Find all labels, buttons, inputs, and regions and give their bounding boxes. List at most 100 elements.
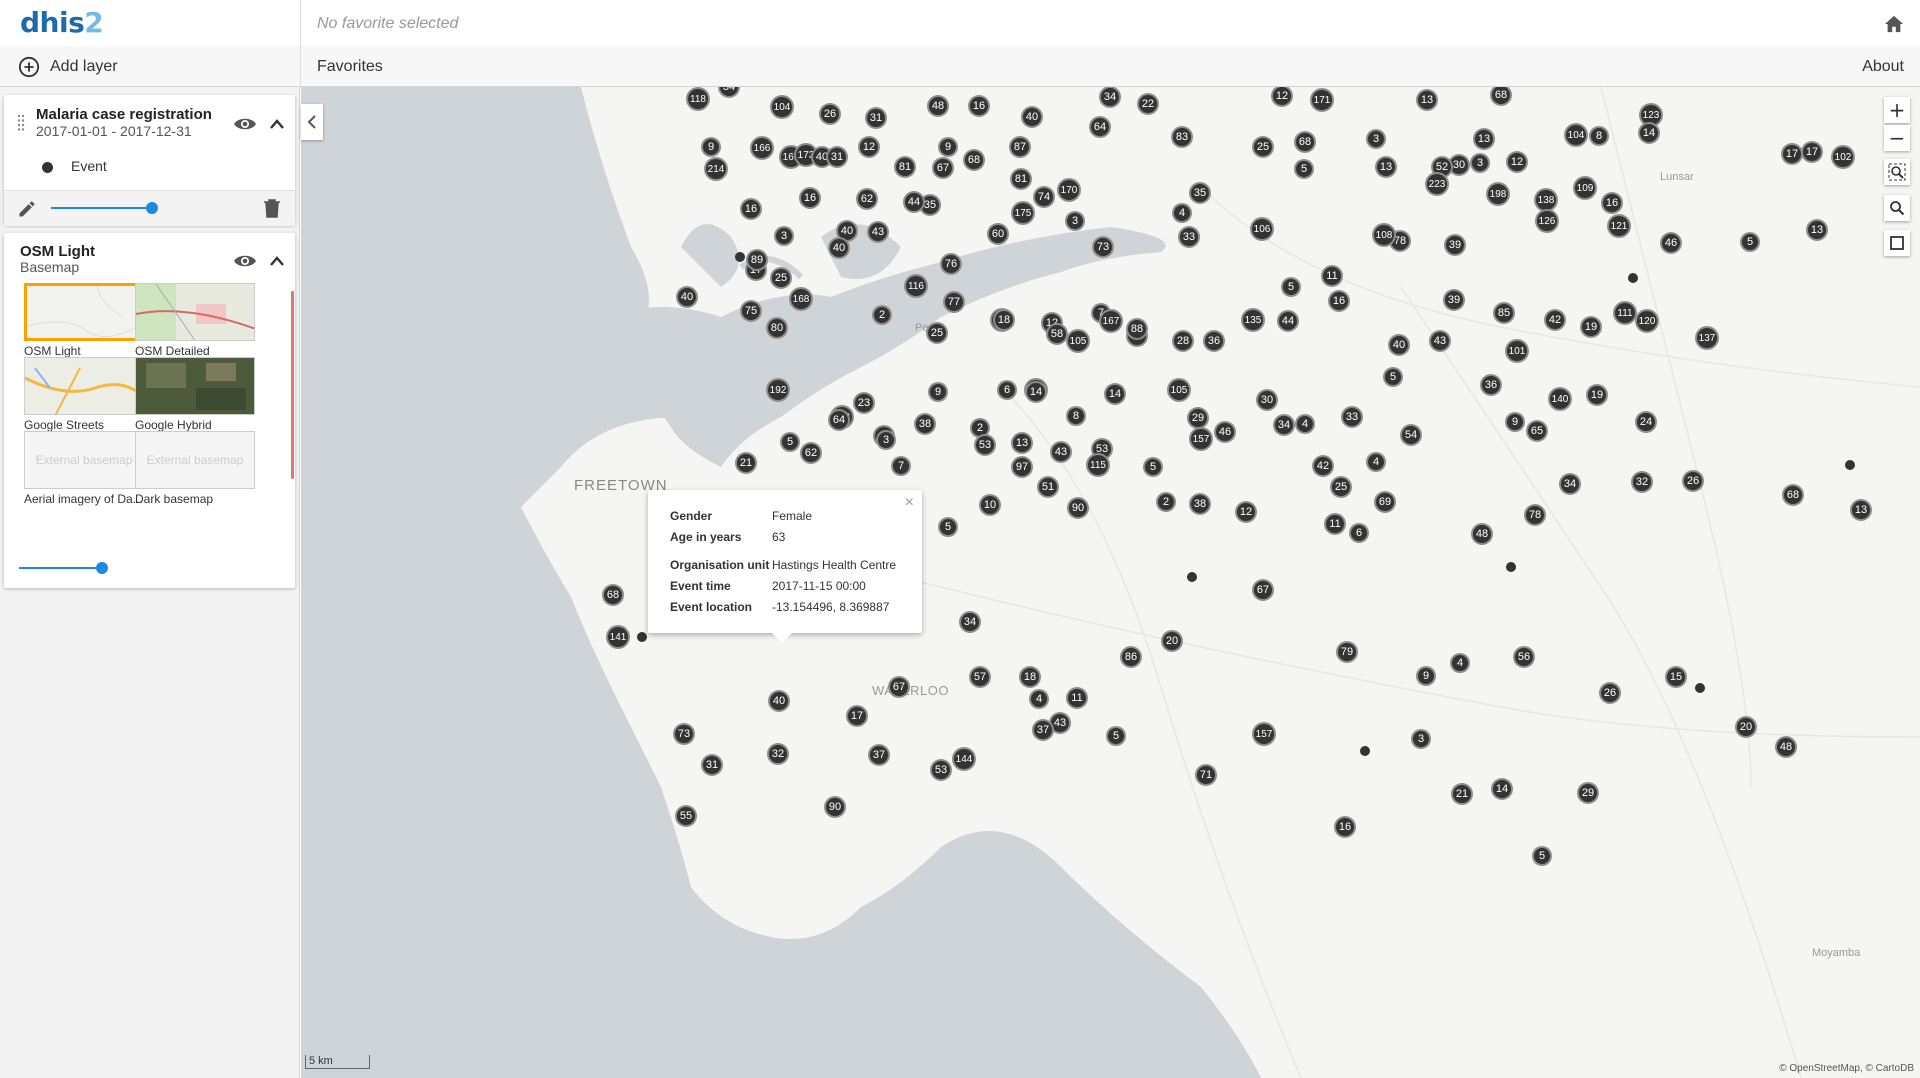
event-cluster-marker[interactable]: 144: [952, 747, 976, 771]
event-cluster-marker[interactable]: 25: [770, 267, 792, 289]
event-cluster-marker[interactable]: 18: [1019, 666, 1041, 688]
collapse-chevron-icon[interactable]: [269, 118, 285, 130]
close-icon[interactable]: ×: [905, 494, 914, 512]
event-cluster-marker[interactable]: 4: [1172, 203, 1192, 223]
event-cluster-marker[interactable]: 15: [1665, 666, 1687, 688]
event-cluster-marker[interactable]: 137: [1695, 326, 1719, 350]
event-cluster-marker[interactable]: 108: [1372, 223, 1396, 247]
event-cluster-marker[interactable]: 13: [1375, 156, 1397, 178]
event-cluster-marker[interactable]: 31: [865, 107, 887, 129]
fullscreen-button[interactable]: [1884, 230, 1910, 256]
event-cluster-marker[interactable]: 13: [1011, 432, 1033, 454]
event-point-marker[interactable]: [1695, 683, 1705, 693]
event-cluster-marker[interactable]: 126: [1535, 209, 1559, 233]
event-cluster-marker[interactable]: 32: [1631, 471, 1653, 493]
event-cluster-marker[interactable]: 166: [750, 136, 774, 160]
event-cluster-marker[interactable]: 40: [1388, 334, 1410, 356]
event-cluster-marker[interactable]: 115: [1086, 453, 1110, 477]
event-cluster-marker[interactable]: 29: [1187, 407, 1209, 429]
favorites-menu[interactable]: Favorites: [317, 58, 383, 76]
event-cluster-marker[interactable]: 120: [1635, 309, 1659, 333]
event-cluster-marker[interactable]: 64: [828, 409, 850, 431]
home-icon[interactable]: [1883, 14, 1905, 34]
event-cluster-marker[interactable]: 140: [1548, 387, 1572, 411]
event-cluster-marker[interactable]: 5: [1532, 846, 1552, 866]
event-cluster-marker[interactable]: 8: [1066, 406, 1086, 426]
event-cluster-marker[interactable]: 43: [1429, 330, 1451, 352]
event-cluster-marker[interactable]: 3: [774, 226, 794, 246]
event-cluster-marker[interactable]: 16: [1334, 816, 1356, 838]
event-cluster-marker[interactable]: 24: [1635, 411, 1657, 433]
event-cluster-marker[interactable]: 40: [828, 237, 850, 259]
event-cluster-marker[interactable]: 36: [1203, 330, 1225, 352]
event-cluster-marker[interactable]: 74: [1033, 186, 1055, 208]
event-cluster-marker[interactable]: 80: [766, 317, 788, 339]
event-point-marker[interactable]: [1360, 746, 1370, 756]
dhis2-logo[interactable]: dhis2: [20, 6, 104, 39]
event-point-marker[interactable]: [735, 252, 745, 262]
event-point-marker[interactable]: [1506, 562, 1516, 572]
event-cluster-marker[interactable]: 13: [1806, 219, 1828, 241]
event-cluster-marker[interactable]: 101: [1505, 339, 1529, 363]
opacity-slider[interactable]: [51, 207, 151, 209]
event-cluster-marker[interactable]: 3: [1366, 129, 1386, 149]
event-cluster-marker[interactable]: 105: [1066, 329, 1090, 353]
event-cluster-marker[interactable]: 48: [1471, 523, 1493, 545]
event-cluster-marker[interactable]: 44: [903, 191, 925, 213]
event-cluster-marker[interactable]: 68: [602, 584, 624, 606]
event-cluster-marker[interactable]: 16: [1601, 192, 1623, 214]
event-cluster-marker[interactable]: 223: [1425, 172, 1449, 196]
collapse-panel-button[interactable]: [301, 104, 323, 140]
event-cluster-marker[interactable]: 83: [1171, 126, 1193, 148]
event-cluster-marker[interactable]: 20: [1735, 716, 1757, 738]
event-cluster-marker[interactable]: 46: [1214, 421, 1236, 443]
event-cluster-marker[interactable]: 14: [1025, 381, 1047, 403]
event-cluster-marker[interactable]: 4: [1366, 452, 1386, 472]
event-cluster-marker[interactable]: 37: [868, 744, 890, 766]
event-cluster-marker[interactable]: 35: [1189, 182, 1211, 204]
map-view[interactable]: Pepel FREETOWN WATERLOO Lunsar Moyamba 1…: [301, 87, 1920, 1078]
event-cluster-marker[interactable]: 25: [1252, 136, 1274, 158]
event-cluster-marker[interactable]: 3: [1411, 729, 1431, 749]
event-cluster-marker[interactable]: 16: [799, 187, 821, 209]
about-link[interactable]: About: [1862, 58, 1904, 76]
event-cluster-marker[interactable]: 157: [1189, 427, 1213, 451]
event-cluster-marker[interactable]: 33: [1178, 226, 1200, 248]
add-layer-button[interactable]: Add layer: [18, 56, 118, 78]
event-cluster-marker[interactable]: 116: [904, 274, 928, 298]
event-cluster-marker[interactable]: 9: [938, 137, 958, 157]
basemap-opacity-slider-knob[interactable]: [96, 562, 108, 574]
event-cluster-marker[interactable]: 68: [963, 149, 985, 171]
zoom-to-content-button[interactable]: [1884, 159, 1910, 185]
event-cluster-marker[interactable]: 11: [1321, 265, 1343, 287]
event-cluster-marker[interactable]: 97: [1011, 456, 1033, 478]
event-cluster-marker[interactable]: 53: [974, 434, 996, 456]
event-cluster-marker[interactable]: 9: [1416, 666, 1436, 686]
event-cluster-marker[interactable]: 17: [846, 705, 868, 727]
event-cluster-marker[interactable]: 25: [1330, 476, 1352, 498]
event-cluster-marker[interactable]: 42: [1544, 309, 1566, 331]
event-cluster-marker[interactable]: 9: [928, 382, 948, 402]
event-cluster-marker[interactable]: 16: [1328, 290, 1350, 312]
event-cluster-marker[interactable]: 37: [1032, 719, 1054, 741]
event-cluster-marker[interactable]: 68: [1782, 484, 1804, 506]
event-cluster-marker[interactable]: 17: [1801, 141, 1823, 163]
event-cluster-marker[interactable]: 4: [1450, 653, 1470, 673]
event-cluster-marker[interactable]: 34: [1099, 87, 1121, 108]
search-button[interactable]: [1884, 195, 1910, 221]
event-cluster-marker[interactable]: 54: [1400, 424, 1422, 446]
event-cluster-marker[interactable]: 121: [1607, 214, 1631, 238]
event-cluster-marker[interactable]: 62: [800, 442, 822, 464]
basemap-osm-light[interactable]: OSM Light: [24, 283, 148, 358]
event-cluster-marker[interactable]: 3: [1065, 211, 1085, 231]
event-cluster-marker[interactable]: 55: [675, 805, 697, 827]
event-cluster-marker[interactable]: 51: [1037, 476, 1059, 498]
event-cluster-marker[interactable]: 7: [891, 456, 911, 476]
event-cluster-marker[interactable]: 44: [1277, 310, 1299, 332]
event-cluster-marker[interactable]: 14: [1491, 778, 1513, 800]
zoom-out-button[interactable]: −: [1884, 125, 1910, 151]
basemap-opacity-slider[interactable]: [19, 567, 101, 569]
event-cluster-marker[interactable]: 77: [943, 291, 965, 313]
event-cluster-marker[interactable]: 73: [1092, 236, 1114, 258]
event-cluster-marker[interactable]: 87: [1009, 136, 1031, 158]
